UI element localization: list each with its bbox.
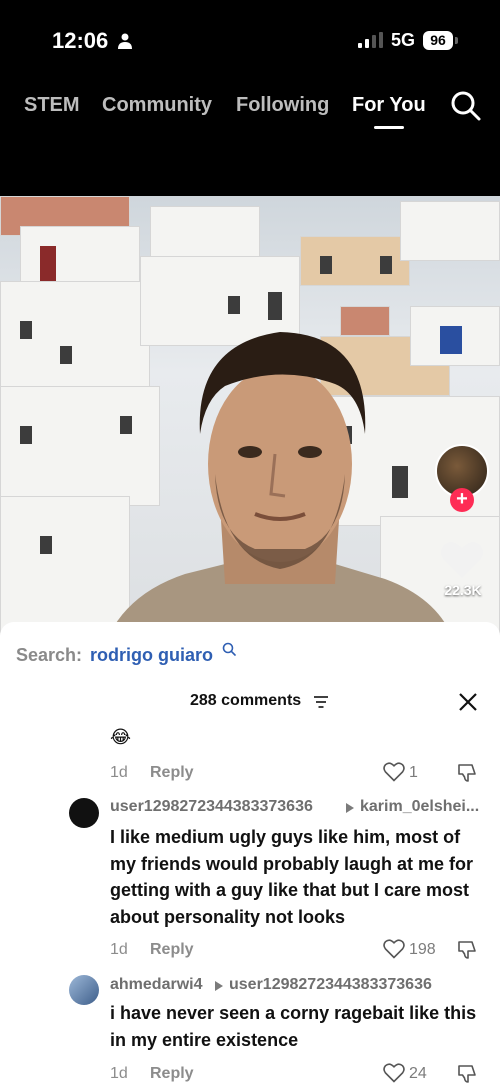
reply-button[interactable]: Reply — [150, 764, 194, 782]
heart-outline-icon[interactable] — [383, 1063, 405, 1083]
reply-button[interactable]: Reply — [150, 1065, 194, 1083]
heart-outline-icon[interactable] — [383, 939, 405, 959]
dislike-icon[interactable] — [456, 1063, 478, 1085]
like-count: 22.3K — [444, 582, 482, 598]
comment-text: 😂 — [110, 727, 132, 747]
follow-plus-icon[interactable]: + — [450, 488, 474, 512]
search-icon[interactable] — [450, 90, 482, 122]
avatar[interactable] — [69, 975, 99, 1005]
reply-button[interactable]: Reply — [150, 941, 194, 959]
comment-age: 1d — [110, 941, 128, 958]
comments-panel: 288 comments 😂 1d Reply 1 user1298272344… — [0, 688, 500, 1088]
search-prefix: Search: — [16, 645, 83, 665]
status-bar: 12:06 5G 96 — [0, 0, 500, 80]
tab-following[interactable]: Following — [236, 94, 329, 117]
tab-stem[interactable]: STEM — [24, 94, 80, 117]
signal-icon — [358, 32, 383, 48]
comment-username[interactable]: ahmedarwi4 — [110, 976, 202, 994]
reply-arrow-icon — [346, 803, 354, 813]
window — [268, 292, 282, 320]
tab-for-you[interactable]: For You — [352, 94, 426, 117]
comment-text: I like medium ugly guys like him, most o… — [110, 827, 474, 927]
window — [40, 536, 52, 554]
search-icon — [222, 642, 236, 656]
reply-to-username[interactable]: user1298272344383373636 — [229, 976, 432, 994]
man-portrait — [108, 332, 452, 636]
comments-header: 288 comments — [0, 688, 500, 720]
person-icon — [118, 33, 132, 49]
dislike-icon[interactable] — [456, 762, 478, 784]
window — [320, 256, 332, 274]
search-term-link[interactable]: rodrigo guiaro — [90, 645, 213, 666]
tab-community[interactable]: Community — [102, 94, 212, 117]
window — [20, 321, 32, 339]
comment-age: 1d — [110, 764, 128, 781]
building — [300, 236, 410, 286]
battery-tip — [455, 37, 458, 44]
top-nav: STEM Community Following For You — [0, 80, 500, 196]
close-icon[interactable] — [458, 692, 478, 712]
network-label: 5G — [391, 30, 416, 50]
search-suggestion[interactable]: Search: rodrigo guiaro — [0, 622, 500, 688]
window — [20, 426, 32, 444]
window — [60, 346, 72, 364]
avatar[interactable] — [69, 798, 99, 828]
video-player[interactable]: + 22.3K — [0, 196, 500, 636]
comment-username[interactable]: user1298272344383373636 — [110, 798, 313, 816]
reply-arrow-icon — [215, 981, 223, 991]
comment-like-count: 1 — [409, 764, 418, 781]
battery-icon: 96 — [423, 31, 453, 50]
comment-age: 1d — [110, 1065, 128, 1082]
comment-like-count: 24 — [409, 1065, 427, 1082]
heart-outline-icon[interactable] — [383, 762, 405, 782]
building — [400, 201, 500, 261]
heart-icon[interactable] — [440, 540, 484, 580]
sort-icon[interactable] — [314, 696, 328, 708]
comments-count: 288 comments — [190, 692, 302, 709]
window — [228, 296, 240, 314]
reply-to-username[interactable]: karim_0elshei... — [360, 798, 479, 816]
active-tab-indicator — [374, 126, 404, 129]
comment-like-count: 198 — [409, 941, 436, 958]
status-time: 12:06 — [52, 28, 109, 53]
comment-text: i have never seen a corny ragebait like … — [110, 1003, 477, 1050]
window — [380, 256, 392, 274]
dislike-icon[interactable] — [456, 939, 478, 961]
window — [40, 246, 56, 286]
